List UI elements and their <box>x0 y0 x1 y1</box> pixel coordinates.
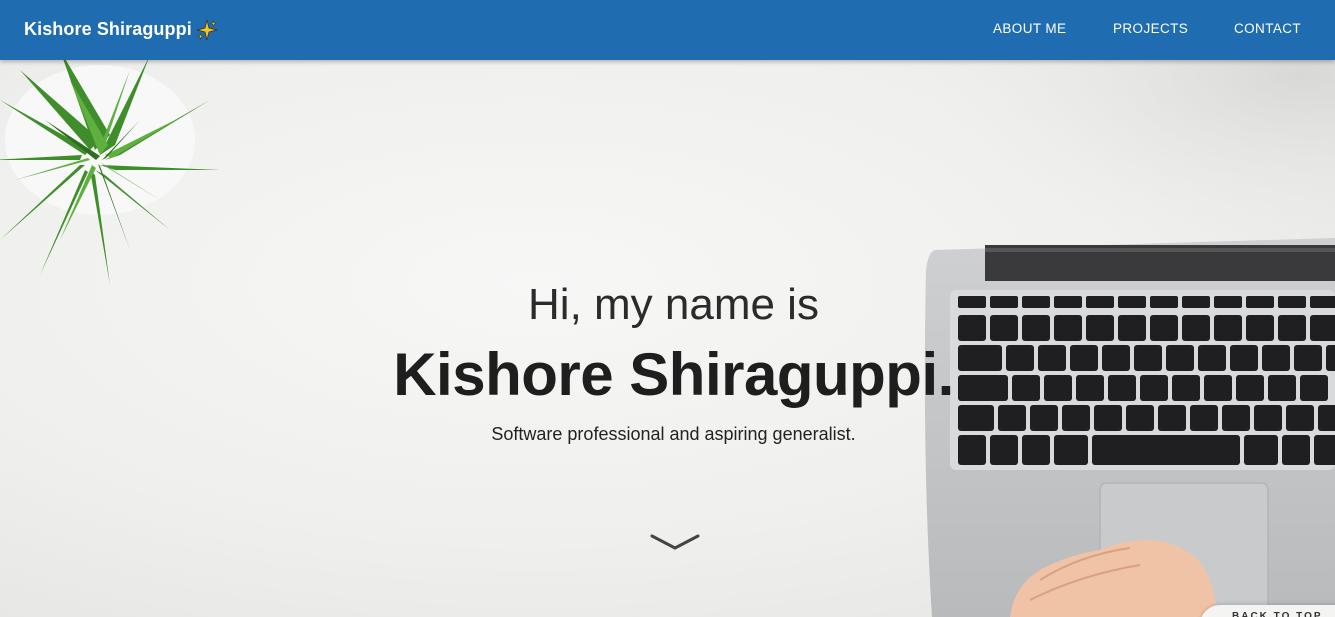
hero-section: Hi, my name is Kishore Shiraguppi. Softw… <box>0 60 1335 617</box>
brand-name: Kishore Shiraguppi <box>24 18 192 39</box>
plant-illustration <box>0 60 220 285</box>
navbar: Kishore Shiraguppi ABOUT ME PROJECTS CON… <box>0 0 1335 60</box>
back-to-top-button[interactable]: BACK TO TOP <box>1200 605 1335 617</box>
hero-greeting: Hi, my name is <box>528 280 819 329</box>
hero-name: Kishore Shiraguppi. <box>393 341 954 408</box>
nav-link-projects[interactable]: PROJECTS <box>1113 21 1188 36</box>
nav-link-contact[interactable]: CONTACT <box>1234 21 1301 36</box>
nav-link-about[interactable]: ABOUT ME <box>993 21 1066 36</box>
chevron-down-icon[interactable] <box>650 532 700 552</box>
hero-tagline: Software professional and aspiring gener… <box>491 424 856 444</box>
sparkle-icon <box>196 19 218 41</box>
brand-link[interactable]: Kishore Shiraguppi <box>24 18 218 41</box>
